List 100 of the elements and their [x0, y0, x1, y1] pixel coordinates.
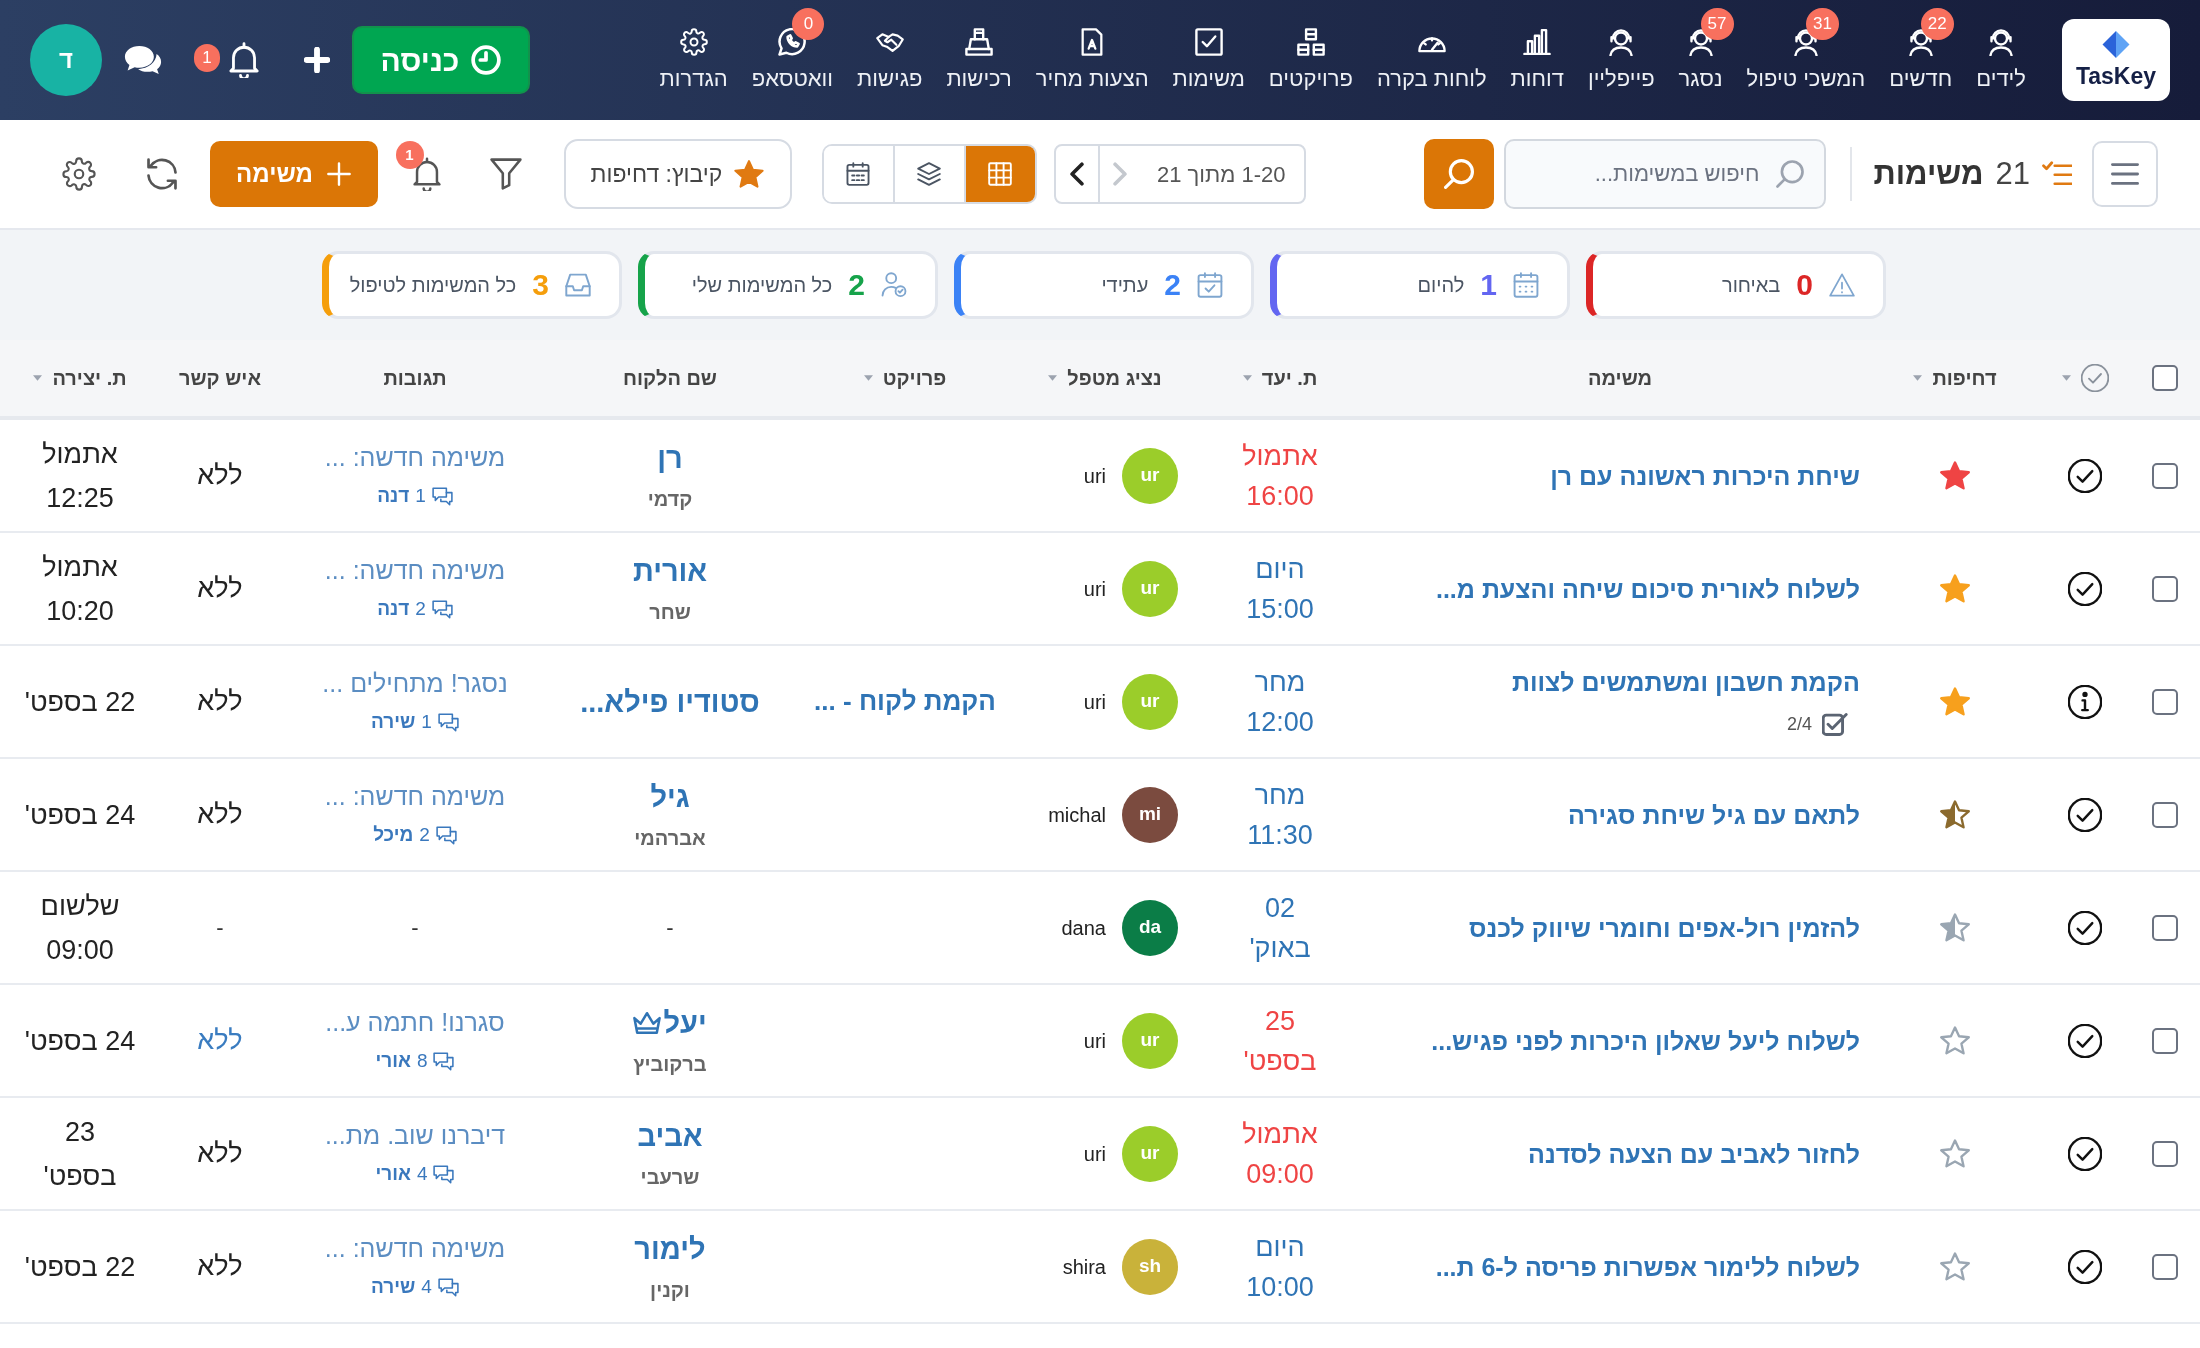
notification-badge: 0 — [792, 8, 825, 40]
client-name[interactable]: גיל — [650, 776, 690, 817]
client-name[interactable]: אביב — [637, 1115, 703, 1156]
column-header[interactable]: דחיפות — [1932, 363, 1997, 393]
row-checkbox[interactable] — [2152, 688, 2178, 715]
assignee-avatar: da — [1122, 899, 1178, 956]
assignee-name: dana — [1061, 915, 1106, 941]
assignee-avatar: sh — [1122, 1238, 1178, 1295]
user-avatar[interactable]: ד — [30, 24, 102, 96]
client-name[interactable]: אורית — [632, 550, 708, 591]
comment-author: שירה — [371, 710, 416, 735]
half-star-icon[interactable] — [1940, 913, 1970, 942]
star-outline-icon[interactable] — [1940, 1026, 1970, 1055]
notification-badge: 1 — [194, 44, 220, 72]
comment-preview[interactable]: משימה חדשה: ... — [324, 440, 506, 475]
diamond-logo-icon — [2101, 31, 2131, 61]
person-icon — [1906, 28, 1935, 56]
search-icon — [1775, 160, 1804, 188]
half-star-icon[interactable] — [1940, 800, 1970, 829]
logo[interactable]: TasKey — [2062, 19, 2170, 101]
client-name[interactable]: לימור — [634, 1228, 706, 1269]
task-title[interactable]: שיחת היכרות ראשונה עם רן — [1550, 458, 1860, 493]
menu-button[interactable] — [2092, 141, 2158, 207]
info-icon[interactable] — [2068, 684, 2102, 719]
star-icon[interactable] — [1940, 574, 1970, 603]
group-by-button[interactable]: קיבוץ: דחיפות — [563, 139, 792, 209]
nav-item[interactable]: פייפליין — [1587, 28, 1655, 92]
empty-value: - — [666, 914, 674, 942]
star-outline-icon[interactable] — [1940, 1139, 1970, 1168]
task-title[interactable]: להזמין רול-אפים וחומרי שיווק לכנס — [1469, 910, 1860, 945]
row-checkbox[interactable] — [2152, 1027, 2178, 1054]
comments-icon — [433, 1052, 455, 1071]
comment-preview[interactable]: משימה חדשה: ... — [324, 553, 506, 588]
nav-item[interactable]: משימות — [1172, 28, 1245, 92]
plus-icon[interactable] — [304, 47, 330, 73]
task-title[interactable]: לחזור לאביב עם הצעה לסדנה — [1528, 1136, 1860, 1171]
search-button[interactable] — [1423, 139, 1494, 209]
nav-item[interactable]: הגדרות — [659, 28, 728, 92]
task-title[interactable]: לשלוח לאורית סיכום שיחה והצעת מ... — [1435, 571, 1860, 606]
select-all-checkbox[interactable] — [2152, 365, 2178, 391]
contact-value: ללא — [197, 798, 243, 832]
comment-preview[interactable]: משימה חדשה: ... — [324, 1231, 506, 1266]
row-checkbox[interactable] — [2152, 914, 2178, 941]
task-title[interactable]: לתאם עם גיל שיחת סגירה — [1568, 797, 1860, 832]
check-in-button[interactable]: כניסה — [352, 26, 530, 94]
assignee-name: uri — [1083, 576, 1106, 602]
column-header[interactable]: פרויקט — [882, 363, 947, 393]
client-name[interactable]: סטודיו פילא... — [580, 681, 760, 722]
contact-value: ללא — [197, 459, 243, 493]
row-checkbox[interactable] — [2152, 575, 2178, 602]
filter-icon[interactable] — [489, 158, 522, 190]
task-title[interactable]: הקמת חשבון ומשתמשים לצוות — [1511, 665, 1860, 699]
warning-icon — [1829, 272, 1855, 298]
row-checkbox[interactable] — [2152, 1140, 2178, 1167]
comment-preview[interactable]: משימה חדשה: ... — [324, 779, 506, 814]
contact-value[interactable]: ללא — [197, 1020, 243, 1061]
comment-preview[interactable]: סגרנו! חתמה ע... — [325, 1005, 505, 1040]
client-name[interactable]: רן — [657, 437, 683, 478]
checked-box-icon — [1194, 28, 1223, 56]
row-checkbox[interactable] — [2152, 1253, 2178, 1280]
task-title[interactable]: לשלוח ליעל שאלון היכרות לפני פגיש... — [1431, 1023, 1860, 1058]
assignee-avatar: mi — [1122, 786, 1178, 843]
project-link[interactable]: הקמת לקוח - ... — [814, 682, 996, 721]
column-header: שם הלקוח — [623, 366, 717, 391]
bell-icon[interactable] — [228, 42, 260, 78]
calendar-icon — [1513, 272, 1539, 298]
view-button[interactable] — [965, 146, 1035, 202]
comment-preview[interactable]: דיברנו שוב. מת... — [324, 1118, 506, 1153]
nav-item[interactable]: פגישות — [857, 28, 923, 92]
column-header[interactable]: ת. יצירה — [52, 363, 127, 393]
boxes-icon — [1296, 28, 1325, 56]
star-outline-icon[interactable] — [1940, 1252, 1970, 1281]
client-name[interactable]: יעל — [663, 1002, 707, 1043]
star-icon[interactable] — [1940, 461, 1970, 490]
notification-badge: 22 — [1920, 8, 1954, 40]
column-header[interactable]: נציג מטפל — [1067, 363, 1162, 393]
person-icon — [1987, 28, 2016, 56]
created-date: 22 בספט' — [24, 685, 136, 719]
settings-icon[interactable] — [61, 157, 96, 191]
task-title[interactable]: לשלוח ללימור אפשרות פריסה ל-6 ת... — [1435, 1249, 1860, 1284]
nav-item[interactable]: פרויקטים — [1268, 28, 1353, 92]
nav-item[interactable]: הצעות מחיר — [1035, 28, 1149, 92]
search-field[interactable]: חיפוש במשימות... — [1503, 139, 1826, 209]
nav-item[interactable]: לידים — [1976, 28, 2026, 92]
comment-author: אורי — [375, 1049, 411, 1074]
comments-icon — [435, 826, 457, 845]
add-task-button[interactable]: משימה — [209, 141, 378, 207]
nav-item[interactable]: רכישות — [946, 28, 1012, 92]
notification-badge: 31 — [1805, 8, 1839, 40]
nav-item[interactable]: דוחות — [1510, 28, 1564, 92]
star-icon[interactable] — [1940, 687, 1970, 716]
row-checkbox[interactable] — [2152, 801, 2178, 828]
row-checkbox[interactable] — [2152, 462, 2178, 489]
comment-count: 1 — [415, 484, 426, 509]
refresh-icon[interactable] — [145, 158, 178, 190]
chat-bubbles-icon[interactable] — [124, 45, 162, 75]
column-header[interactable]: ת. יעד — [1261, 363, 1318, 393]
nav-item[interactable]: לוחות בקרה — [1377, 28, 1487, 92]
view-button[interactable] — [823, 146, 895, 202]
comment-preview[interactable]: נסגר! מתחילים ... — [322, 666, 508, 701]
